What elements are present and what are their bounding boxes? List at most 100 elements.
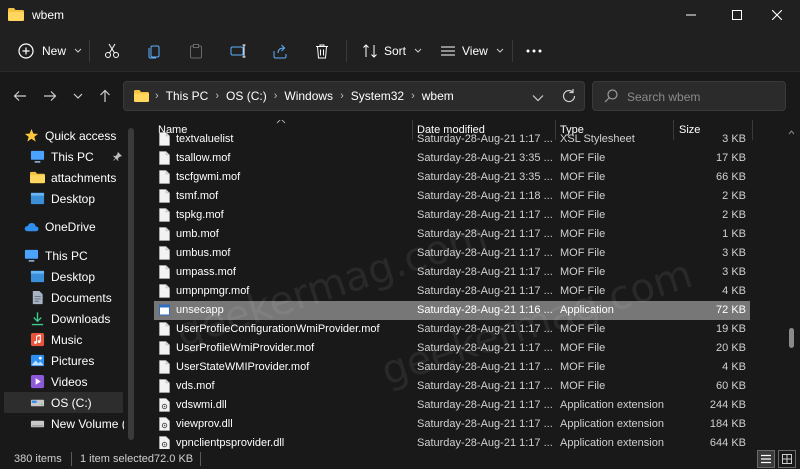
sidebar-item-music[interactable]: Music (30, 329, 82, 350)
file-row[interactable]: UserProfileWmiProvider.mof Saturday-28-Au… (154, 339, 750, 358)
monitor-icon (30, 150, 45, 163)
details-view-button[interactable] (757, 450, 775, 468)
sidebar-item-label: Quick access (45, 128, 117, 143)
file-row[interactable]: UserProfileConfigurationWmiProvider.mof S… (154, 320, 750, 339)
column-divider[interactable] (752, 120, 753, 140)
file-row[interactable]: vdswmi.dll Saturday-28-Aug-21 1:17 ... App… (154, 396, 750, 415)
file-row[interactable]: tsallow.mof Saturday-28-Aug-21 3:35 ... MO… (154, 149, 750, 168)
delete-icon (316, 44, 328, 59)
file-row[interactable]: tspkg.mof Saturday-28-Aug-21 1:17 ... MOF … (154, 206, 750, 225)
sidebar-item-onedrive[interactable]: OneDrive (24, 216, 96, 237)
file-row[interactable]: tscfgwmi.mof Saturday-28-Aug-21 3:35 ... M… (154, 168, 750, 187)
window-title: wbem (32, 8, 65, 22)
search-icon (604, 89, 618, 103)
selection-count: 1 item selected (80, 453, 154, 465)
file-date-modified: Saturday-28-Aug-21 1:17 ... (417, 323, 553, 335)
sidebar-item-label: Desktop (51, 191, 96, 206)
sidebar-item-this-pc[interactable]: This PC (24, 245, 88, 266)
sidebar-item-pictures[interactable]: Pictures (30, 350, 94, 371)
paste-button[interactable] (188, 38, 204, 64)
minimize-button[interactable] (668, 0, 714, 30)
address-history-button[interactable] (532, 91, 544, 105)
file-rows: textvaluelist Saturday-28-Aug-21 1:17 ...… (154, 132, 750, 449)
forward-button[interactable] (38, 84, 62, 108)
file-row[interactable]: unsecapp Saturday-28-Aug-21 1:16 ... Appli… (154, 301, 750, 320)
file-icon (159, 170, 170, 184)
copy-button[interactable] (146, 38, 162, 64)
rename-button[interactable] (230, 38, 248, 64)
file-row[interactable]: viewprov.dll Saturday-28-Aug-21 1:17 ... A… (154, 415, 750, 434)
file-name: UserProfileWmiProvider.mof (176, 342, 315, 354)
file-type: XSL Stylesheet (560, 133, 635, 145)
documents-icon (32, 290, 43, 305)
file-row[interactable]: umb.mof Saturday-28-Aug-21 1:17 ... MOF Fi… (154, 225, 750, 244)
file-row[interactable]: umbus.mof Saturday-28-Aug-21 1:17 ... MOF … (154, 244, 750, 263)
crumb-this-pc[interactable]: This PC (166, 89, 209, 103)
crumb-wbem[interactable]: wbem (422, 89, 454, 103)
file-row[interactable]: tsmf.mof Saturday-28-Aug-21 1:18 ... MOF F… (154, 187, 750, 206)
file-size: 17 KB (716, 152, 746, 164)
sidebar-item-videos[interactable]: Videos (30, 371, 87, 392)
file-date-modified: Saturday-28-Aug-21 1:17 ... (417, 418, 553, 430)
more-options-button[interactable] (526, 38, 542, 64)
chevron-down-icon (414, 48, 422, 53)
file-row[interactable]: vpnclientpsprovider.dll Saturday-28-Aug-2… (154, 434, 750, 449)
sidebar-item-documents[interactable]: Documents (30, 287, 112, 308)
cut-button[interactable] (104, 38, 120, 64)
file-row[interactable]: UserStateWMIProvider.mof Saturday-28-Aug-… (154, 358, 750, 377)
recent-locations-button[interactable] (66, 84, 90, 108)
file-type: Application extension (560, 418, 664, 430)
file-row[interactable]: umpass.mof Saturday-28-Aug-21 1:17 ... MOF… (154, 263, 750, 282)
tiles-view-button[interactable] (778, 450, 796, 468)
file-type: MOF File (560, 152, 606, 164)
view-button[interactable]: View (440, 38, 504, 64)
arrow-left-icon (13, 91, 26, 101)
file-name: umpnpmgr.mof (176, 285, 250, 297)
sidebar-item-new-volume-d[interactable]: New Volume (D: (30, 413, 124, 434)
sidebar-item-os-c[interactable]: OS (C:) (4, 392, 123, 413)
sidebar-scrollbar[interactable] (128, 128, 134, 440)
sidebar-item-downloads[interactable]: Downloads (30, 308, 110, 329)
file-date-modified: Saturday-28-Aug-21 1:17 ... (417, 399, 553, 411)
crumb-system32[interactable]: System32 (351, 89, 404, 103)
file-row[interactable]: textvaluelist Saturday-28-Aug-21 1:17 ...… (154, 130, 750, 149)
sidebar-item-desktop-pinned[interactable]: Desktop (30, 188, 95, 209)
up-button[interactable] (93, 84, 117, 108)
new-label: New (42, 44, 67, 58)
file-name: textvaluelist (176, 133, 234, 145)
delete-button[interactable] (314, 38, 330, 64)
sidebar-item-desktop[interactable]: Desktop (30, 266, 95, 287)
new-button[interactable]: New (18, 38, 82, 64)
file-row[interactable]: umpnpmgr.mof Saturday-28-Aug-21 1:17 ... M… (154, 282, 750, 301)
sort-button[interactable]: Sort (362, 38, 422, 64)
crumb-windows[interactable]: Windows (284, 89, 333, 103)
star-icon (24, 128, 39, 142)
file-list-scrollbar[interactable] (788, 128, 795, 428)
crumb-os-c[interactable]: OS (C:) (226, 89, 267, 103)
file-name: UserProfileConfigurationWmiProvider.mof (176, 323, 380, 335)
scrollbar-thumb[interactable] (789, 328, 794, 348)
back-button[interactable] (8, 84, 32, 108)
sort-label: Sort (384, 44, 407, 58)
close-button[interactable] (754, 0, 800, 30)
file-list: Name Date modified Type Size textvalueli… (136, 120, 800, 449)
drive-icon (30, 420, 45, 428)
file-date-modified: Saturday-28-Aug-21 3:35 ... (417, 152, 553, 164)
arrow-up-icon (100, 89, 110, 102)
file-name: umbus.mof (176, 247, 231, 259)
command-bar: New Sort View (0, 30, 800, 72)
file-name: viewprov.dll (176, 418, 233, 430)
file-type: MOF File (560, 380, 606, 392)
file-icon (159, 265, 170, 279)
sidebar-item-this-pc-pinned[interactable]: This PC (30, 146, 126, 167)
refresh-button[interactable] (561, 88, 577, 107)
sidebar-item-attachments[interactable]: attachments (30, 167, 116, 188)
share-button[interactable] (272, 38, 288, 64)
cut-icon (105, 43, 119, 58)
sidebar-item-quick-access[interactable]: Quick access (24, 125, 116, 146)
sidebar-item-label: OneDrive (45, 219, 96, 234)
search-input[interactable]: Search wbem (592, 81, 786, 111)
address-bar[interactable]: › This PC › OS (C:) › Windows › System32… (123, 81, 585, 111)
file-date-modified: Saturday-28-Aug-21 1:17 ... (417, 133, 553, 145)
file-row[interactable]: vds.mof Saturday-28-Aug-21 1:17 ... MOF Fi… (154, 377, 750, 396)
